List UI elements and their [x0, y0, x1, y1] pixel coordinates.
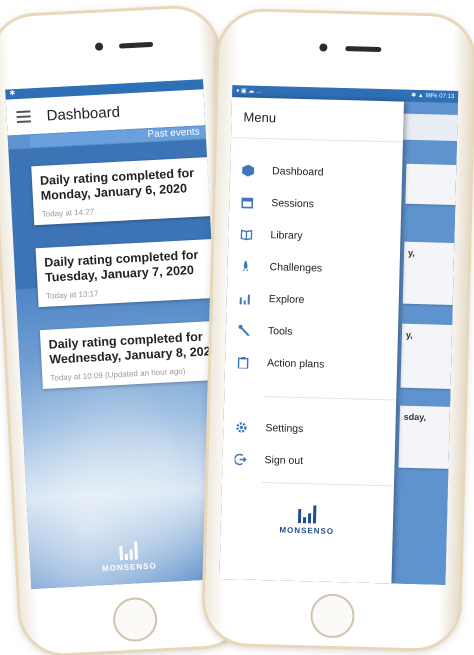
book-icon: [240, 228, 253, 241]
clipboard-icon: [237, 356, 249, 369]
peek-card: y,: [400, 323, 453, 389]
front-phone-screen: ♦ ▣ ☁ … ✱ ▲ 98% 07:13 y, y, sday, Menu D…: [219, 85, 459, 585]
menu-item-library[interactable]: Library: [228, 218, 401, 254]
menu-item-challenges[interactable]: Challenges: [227, 250, 400, 286]
menu-item-sign-out[interactable]: Sign out: [222, 443, 395, 479]
back-phone-screen: ✱ Dashboard Past events Daily rating com…: [5, 79, 230, 589]
peek-card: [405, 163, 457, 206]
divider: [264, 396, 397, 401]
divider: [230, 137, 403, 143]
calendar-icon: [241, 196, 254, 209]
menu-item-settings[interactable]: Settings: [223, 411, 396, 447]
signal-icon: ✱ ▲: [411, 92, 424, 100]
sign-out-icon: [234, 453, 247, 466]
drawer-title: Menu: [243, 109, 277, 126]
battery-level: 98%: [425, 93, 438, 100]
cube-icon: [242, 164, 255, 177]
menu-item-explore[interactable]: Explore: [226, 282, 399, 318]
peek-card: y,: [402, 241, 455, 305]
peek-card: sday,: [398, 405, 451, 469]
navigation-drawer: Menu Dashboard Sessions Library Challeng…: [219, 97, 405, 584]
status-time: 07:13: [439, 93, 455, 100]
menu-item-sessions[interactable]: Sessions: [229, 186, 402, 222]
menu-item-tools[interactable]: Tools: [226, 314, 399, 350]
gear-icon: [235, 421, 247, 433]
rocket-icon: [239, 260, 251, 272]
event-card[interactable]: Daily rating completed for Tuesday, Janu…: [35, 238, 229, 308]
monsenso-logo: MONSENSO: [221, 503, 394, 537]
home-button[interactable]: [309, 593, 356, 639]
front-camera: [94, 42, 104, 51]
notification-icons: ♦ ▣ ☁ …: [236, 88, 263, 95]
event-card[interactable]: Daily rating completed for Wednesday, Ja…: [39, 320, 230, 390]
home-button[interactable]: [112, 596, 159, 643]
menu-item-action-plans[interactable]: Action plans: [225, 346, 398, 382]
menu-item-dashboard[interactable]: Dashboard: [230, 154, 403, 190]
earpiece-speaker: [118, 41, 154, 49]
logo-bars-icon: [221, 503, 393, 525]
front-phone: ♦ ▣ ☁ … ✱ ▲ 98% 07:13 y, y, sday, Menu D…: [203, 10, 474, 650]
hamburger-menu-icon[interactable]: [16, 107, 31, 126]
wrench-icon: [238, 324, 250, 337]
peek-app-bar: [403, 113, 458, 142]
page-title: Dashboard: [46, 103, 121, 124]
earpiece-speaker: [345, 46, 382, 53]
divider: [261, 482, 394, 487]
status-indicators: ✱ ▲ 98% 07:13: [411, 90, 454, 103]
event-card[interactable]: Daily rating completed for Monday, Janua…: [31, 156, 225, 226]
front-camera: [319, 43, 328, 52]
bar-chart-icon: [239, 292, 251, 305]
